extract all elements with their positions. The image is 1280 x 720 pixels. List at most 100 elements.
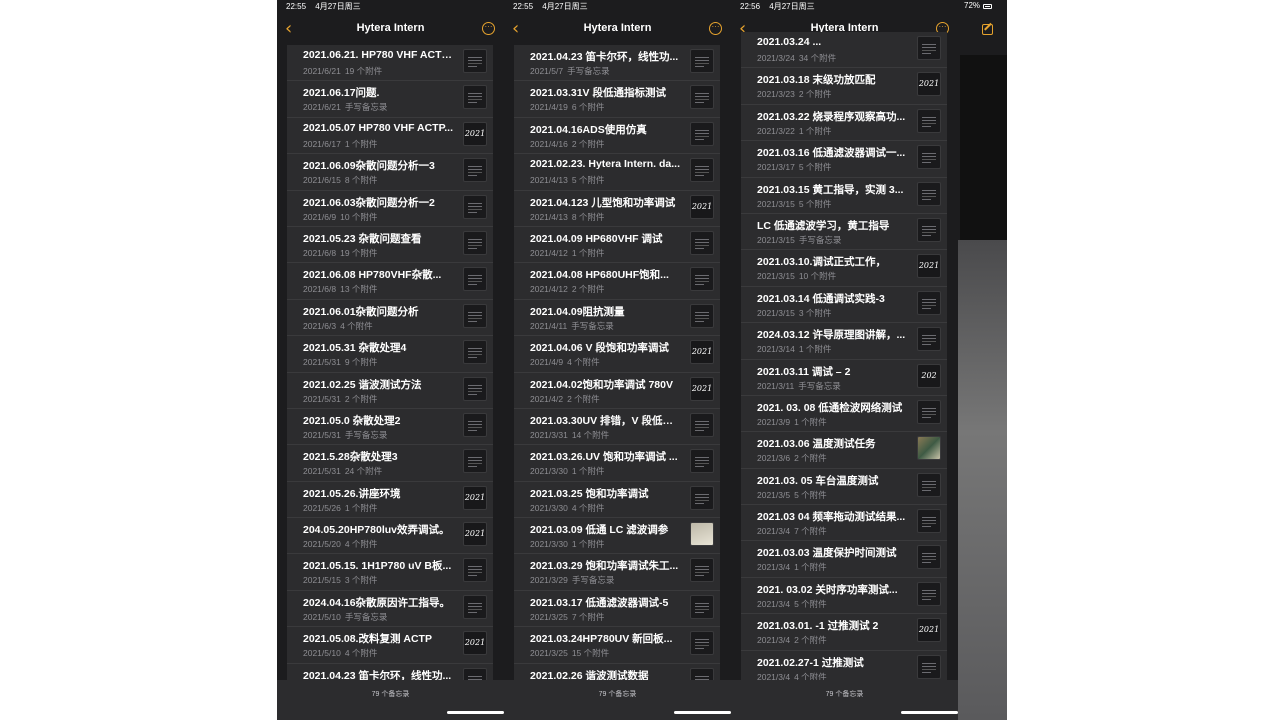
note-row[interactable]: 2021.03.29 饱和功率调试朱工... 2021/3/29 手写备忘录 — [514, 554, 720, 591]
note-title: 2021.03.16 低通滤波器调试一... — [757, 147, 906, 160]
note-row[interactable]: 2021.06.21. HP780 VHF ACTP... 2021/6/21 19… — [287, 45, 493, 82]
note-attachments: 1 个附件 — [798, 125, 832, 136]
notes-list[interactable]: 2021.06.21. HP780 VHF ACTP... 2021/6/21 19… — [287, 45, 493, 680]
note-attachments: 手写备忘录 — [798, 380, 841, 391]
note-title: 2021.06.09杂散问题分析一3 — [303, 160, 435, 173]
note-row[interactable]: 2021.05.08.改料复测 ACTP 2021/5/10 4 个附件 2021 — [287, 627, 493, 664]
note-title: 2024.04.16杂散原因许工指导。 — [303, 596, 451, 609]
note-row[interactable]: 2021.03 04 频率拖动测试结果... 2021/3/4 7 个附件 — [741, 505, 947, 542]
note-row[interactable]: 2021.05.26.讲座环境 2021/5/26 1 个附件 2021 — [287, 482, 493, 519]
status-bar: 22:56 4月27日周三 — [731, 0, 958, 14]
notes-list[interactable]: 2021.03.24 ... 2021/3/24 34 个附件 2021.03.18 … — [741, 32, 947, 680]
note-row[interactable]: 2021.03.17 低通滤波器调试-5 2021/3/25 7 个附件 — [514, 591, 720, 628]
note-row[interactable]: 2021.03.14 低通调试实践-3 2021/3/15 3 个附件 — [741, 287, 947, 324]
note-meta: 2021/3/25 7 个附件 — [530, 611, 604, 623]
note-attachments: 4 个附件 — [567, 357, 600, 368]
note-meta: 2021/4/12 1 个附件 — [530, 247, 604, 259]
note-row[interactable]: 2021.04.23 笛卡尔环，线性功...2021/5/7手写备忘录 — [287, 664, 493, 680]
note-row[interactable]: 2021.03.18 末级功放匹配 2021/3/23 2 个附件 2021 — [741, 68, 947, 105]
note-row[interactable]: 2021.04.09 HP680VHF 调试 2021/4/12 1 个附件 — [514, 227, 720, 264]
note-title: 2021.02.26 谐波测试数据 — [530, 669, 649, 680]
note-row[interactable]: LC 低通滤波学习，黄工指导 2021/3/15 手写备忘录 — [741, 214, 947, 251]
note-thumbnail — [690, 631, 714, 656]
note-thumbnail — [463, 267, 487, 292]
note-thumbnail — [917, 145, 941, 170]
notes-list[interactable]: 2021.04.23 笛卡尔环，线性功... 2021/5/7 手写备忘录 2021.… — [514, 45, 720, 680]
note-row[interactable]: 2024.03.12 许导原理图讲解，... 2021/3/14 1 个附件 — [741, 323, 947, 360]
note-row[interactable]: 2021.03.06 温度测试任务 2021/3/6 2 个附件 — [741, 432, 947, 469]
note-attachments: 手写备忘录 — [798, 234, 842, 245]
note-meta: 2021/3/15 10 个附件 — [757, 270, 836, 282]
note-row[interactable]: 2021.06.09杂散问题分析一3 2021/6/15 8 个附件 — [287, 154, 493, 191]
more-options-icon[interactable]: ··· — [482, 22, 495, 35]
note-row[interactable]: 2021.03.10.调试正式工作， 2021/3/15 10 个附件 2021 — [741, 250, 947, 287]
note-row[interactable]: 2021.03.03 温度保护时间测试 2021/3/4 1 个附件 — [741, 541, 947, 578]
note-attachments: 3 个附件 — [344, 575, 378, 586]
note-row[interactable]: 2021.04.09阻抗测量 2021/4/11 手写备忘录 — [514, 300, 720, 337]
note-attachments: 5 个附件 — [798, 162, 832, 173]
note-row[interactable]: 2021.03.11 调试 – 2 2021/3/11 手写备忘录 202 — [741, 360, 947, 396]
note-row[interactable]: 2021.03.24 ... 2021/3/24 34 个附件 — [741, 32, 947, 69]
note-date: 2021/6/21 — [303, 102, 341, 113]
note-row[interactable]: 2021.05.31 杂散处理4 2021/5/31 9 个附件 — [287, 336, 493, 373]
note-thumbnail — [917, 217, 941, 242]
note-meta: 2021/3/15 手写备忘录 — [757, 234, 841, 246]
compose-icon[interactable] — [982, 24, 993, 35]
note-row[interactable]: 2021.03. 05 车台温度测试 2021/3/5 5 个附件 — [741, 469, 947, 506]
note-title: 2021.03 04 频率拖动测试结果... — [757, 511, 906, 524]
note-title: 2021.03.30UV 排错，V 段低通... — [530, 414, 680, 427]
note-row[interactable]: 2021.06.17问题. 2021/6/21 手写备忘录 — [287, 81, 493, 118]
note-attachments: 10 个附件 — [340, 211, 378, 222]
note-row[interactable]: 2021.05.23 杂散问题查看 2021/6/8 19 个附件 — [287, 227, 493, 264]
note-row[interactable]: 2021.05.07 HP780 VHF ACTP... 2021/6/17 1 个… — [287, 118, 493, 155]
note-row[interactable]: 2024.04.16杂散原因许工指导。 2021/5/10 手写备忘录 — [287, 591, 493, 628]
note-row[interactable]: 2021.03.16 低通滤波器调试一... 2021/3/17 5 个附件 — [741, 141, 947, 178]
note-row[interactable]: 2021.03.30UV 排错，V 段低通... 2021/3/31 14 个附件 — [514, 409, 720, 446]
note-row[interactable]: 2021. 03.02 关时序功率测试... 2021/3/4 5 个附件 — [741, 578, 947, 615]
note-thumbnail — [917, 545, 941, 570]
note-row[interactable]: 2021.06.03杂散问题分析一2 2021/6/9 10 个附件 — [287, 191, 493, 227]
note-row[interactable]: 2021.5.28杂散处理3 2021/5/31 24 个附件 — [287, 445, 493, 482]
note-row[interactable]: 2021. 03. 08 低通检波网络测试 2021/3/9 1 个附件 — [741, 396, 947, 433]
note-row[interactable]: 2021.04.02饱和功率调试 780V 2021/4/2 2 个附件 2021 — [514, 373, 720, 409]
note-row[interactable]: 2021.05.0 杂散处理2 2021/5/31 手写备忘录 — [287, 409, 493, 446]
note-row[interactable]: 2021.04.16ADS使用仿真 2021/4/16 2 个附件 — [514, 118, 720, 155]
note-row[interactable]: 2021.04.23 笛卡尔环，线性功...2021/5/7手写备忘录 — [514, 45, 720, 82]
note-attachments: 5 个附件 — [794, 598, 827, 609]
note-title: 2021.03.24 ... — [757, 36, 822, 48]
note-attachments: 5 个附件 — [798, 198, 832, 209]
note-row[interactable]: 2021.05.15. 1H1P780 uV B板... 2021/5/15 3 个… — [287, 554, 493, 591]
note-meta: 2021/5/10 手写备忘录 — [303, 611, 387, 623]
note-row[interactable]: 2021.03.09 低通 LC 滤波调参 2021/3/30 1 个附件 — [514, 518, 720, 555]
note-meta: 2021/4/13 5 个附件 — [530, 174, 604, 186]
note-thumbnail — [463, 303, 487, 328]
note-row[interactable]: 2021.06.01杂散问题分析 2021/6/3 4 个附件 — [287, 300, 493, 337]
note-row[interactable]: 2021.04.08 HP680UHF饱和... 2021/4/12 2 个附件 — [514, 263, 720, 300]
note-row[interactable]: 2021.03.24HP780UV 新回板... 2021/3/25 15 个附件 — [514, 627, 720, 664]
note-row[interactable]: 2021.03.01. -1 过推测试 2 2021/3/4 2 个附件 2021 — [741, 614, 947, 651]
note-meta: 2021/6/17 1 个附件 — [303, 138, 377, 150]
note-row[interactable]: 2021.04.123 儿型饱和功率调试 2021/4/13 8 个附件 2021 — [514, 191, 720, 227]
note-row[interactable]: 2021.03.25 饱和功率调试 2021/3/30 4 个附件 — [514, 482, 720, 519]
note-meta: 2021/5/15 3 个附件 — [303, 574, 377, 586]
more-options-icon[interactable]: ··· — [709, 22, 722, 35]
note-row[interactable]: 2021.02.27-1 过推测试 2021/3/4 4 个附件 — [741, 651, 947, 680]
note-row[interactable]: 2021.04.06 V 段饱和功率调试 2021/4/9 4 个附件 2021 — [514, 336, 720, 373]
note-attachments: 1 个附件 — [794, 562, 827, 573]
note-row[interactable]: 2021.02.26 谐波测试数据2021/3/241 个附件 — [514, 664, 720, 680]
note-row[interactable]: 2021.03.26.UV 饱和功率调试 ... 2021/3/30 1 个附件 — [514, 445, 720, 482]
note-thumbnail — [690, 121, 714, 146]
note-attachments: 2 个附件 — [567, 393, 600, 404]
note-row[interactable]: 2021.03.31V 段低通指标测试 2021/4/19 6 个附件 — [514, 81, 720, 118]
note-row[interactable]: 204.05.20HP780luv效弄调试。 2021/5/20 4 个附件 2021 — [287, 518, 493, 555]
note-row[interactable]: 2021.02.23. Hytera Intern. da... 2021/4/1… — [514, 154, 720, 191]
note-date: 2021/4/16 — [530, 138, 568, 149]
note-row[interactable]: 2021.03.15 黄工指导，实测 3... 2021/3/15 5 个附件 — [741, 178, 947, 214]
note-title: 2021.03.15 黄工指导，实测 3... — [757, 183, 904, 196]
note-date: 2021/4/13 — [530, 175, 568, 186]
note-row[interactable]: 2021.03.22 烧录程序观察高功... 2021/3/22 1 个附件 — [741, 105, 947, 142]
note-row[interactable]: 2021.06.08 HP780VHF杂散... 2021/6/8 13 个附件 — [287, 263, 493, 300]
note-row[interactable]: 2021.02.25 谐波测试方法 2021/5/31 2 个附件 — [287, 373, 493, 409]
note-date: 2021/5/10 — [303, 611, 341, 622]
note-title: 2021.06.21. HP780 VHF ACTP... — [303, 49, 453, 61]
